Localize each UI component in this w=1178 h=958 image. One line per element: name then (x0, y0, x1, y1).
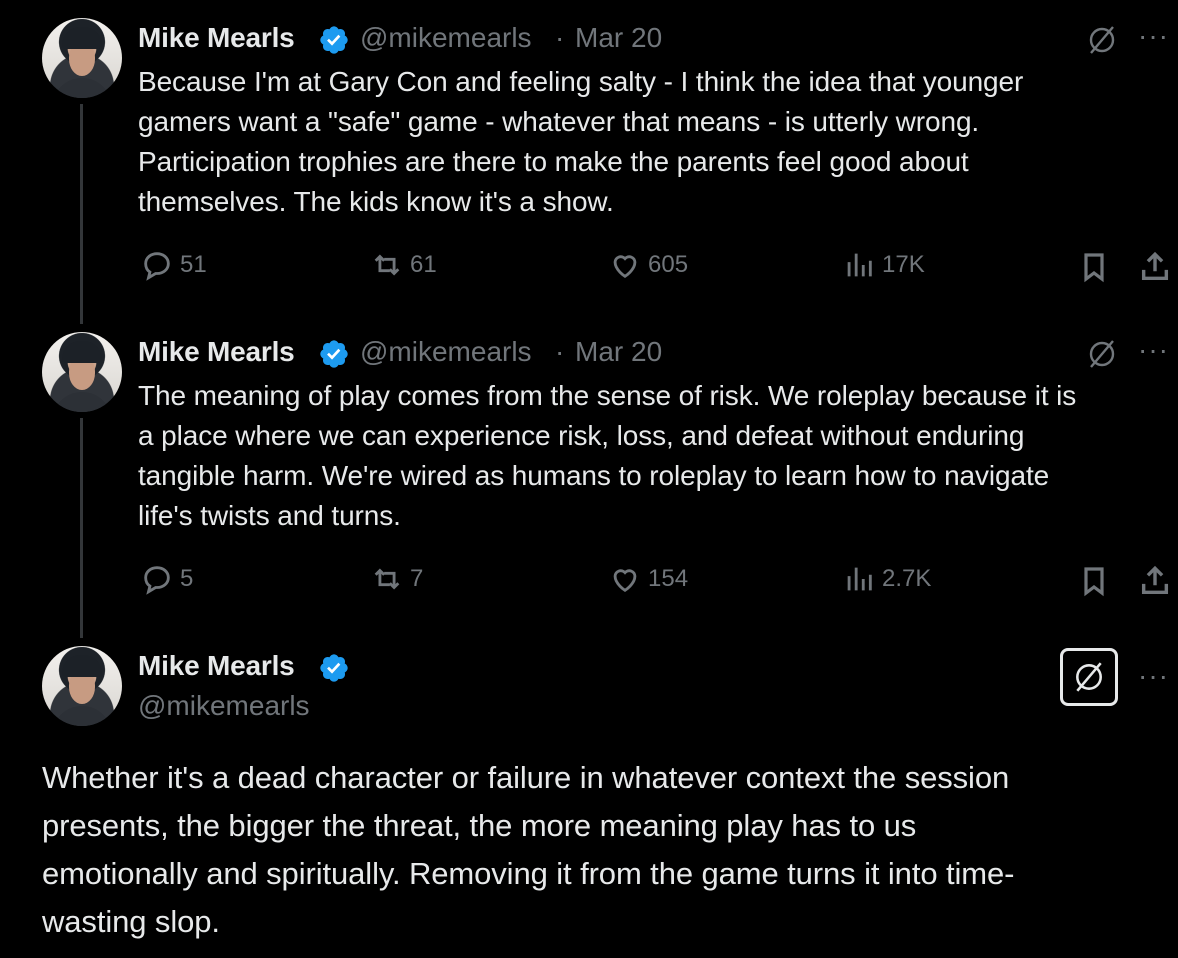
repost-icon (374, 568, 400, 590)
reply-button[interactable]: 51 (140, 248, 207, 282)
tweet-2[interactable]: Mike Mearls @mikemearls · Mar 20 ··· The… (0, 314, 1178, 644)
grok-icon[interactable] (1086, 24, 1118, 61)
tweet-date[interactable]: Mar 20 (575, 22, 662, 54)
reply-count: 51 (180, 251, 207, 278)
tweet-text: Whether it's a dead character or failure… (42, 760, 1015, 939)
reply-count: 5 (180, 565, 194, 592)
verified-badge-icon (320, 654, 348, 682)
separator-dot: · (555, 336, 565, 367)
verified-badge-icon (320, 340, 348, 368)
share-icon[interactable] (1138, 564, 1172, 603)
tweet-text: The meaning of play comes from the sense… (138, 380, 1077, 531)
repost-icon (374, 254, 400, 276)
repost-button[interactable]: 7 (370, 562, 423, 596)
separator-dot: · (555, 22, 565, 53)
avatar[interactable] (42, 18, 122, 98)
repost-button[interactable]: 61 (370, 248, 437, 282)
reply-icon (144, 566, 170, 595)
tweet-3-focused[interactable]: Mike Mearls @mikemearls ··· Whether it's… (0, 628, 1178, 958)
author-handle[interactable]: @mikemearls (138, 690, 310, 722)
more-icon[interactable]: ··· (1138, 20, 1169, 52)
grok-button[interactable] (1060, 648, 1118, 706)
author-name[interactable]: Mike Mearls (138, 336, 295, 368)
bookmark-icon[interactable] (1078, 250, 1110, 289)
views-count: 2.7K (882, 565, 932, 592)
author-name[interactable]: Mike Mearls (138, 22, 295, 54)
reply-button[interactable]: 5 (140, 562, 193, 596)
like-icon (613, 255, 637, 279)
like-button[interactable]: 605 (608, 248, 688, 282)
like-icon (613, 569, 637, 593)
repost-count: 61 (410, 251, 437, 278)
avatar[interactable] (42, 646, 122, 726)
share-icon[interactable] (1138, 250, 1172, 289)
repost-count: 7 (410, 565, 424, 592)
more-icon[interactable]: ··· (1138, 334, 1169, 366)
reply-icon (144, 252, 170, 281)
views-count: 17K (882, 251, 925, 278)
like-count: 154 (648, 565, 689, 592)
views-icon (847, 567, 872, 591)
bookmark-icon[interactable] (1078, 564, 1110, 603)
verified-badge-icon (320, 26, 348, 54)
like-count: 605 (648, 251, 689, 278)
tweet-1[interactable]: Mike Mearls @mikemearls · Mar 20 ··· Bec… (0, 0, 1178, 330)
grok-icon[interactable] (1086, 338, 1118, 375)
more-icon[interactable]: ··· (1138, 660, 1169, 692)
avatar[interactable] (42, 332, 122, 412)
views-button[interactable]: 2.7K (842, 562, 931, 596)
like-button[interactable]: 154 (608, 562, 688, 596)
views-button[interactable]: 17K (842, 248, 925, 282)
author-handle[interactable]: @mikemearls (360, 22, 532, 54)
tweet-date[interactable]: Mar 20 (575, 336, 662, 368)
tweet-text: Because I'm at Gary Con and feeling salt… (138, 66, 1024, 217)
grok-icon (1076, 662, 1102, 692)
author-handle[interactable]: @mikemearls (360, 336, 532, 368)
views-icon (847, 253, 872, 277)
author-name[interactable]: Mike Mearls (138, 650, 295, 682)
